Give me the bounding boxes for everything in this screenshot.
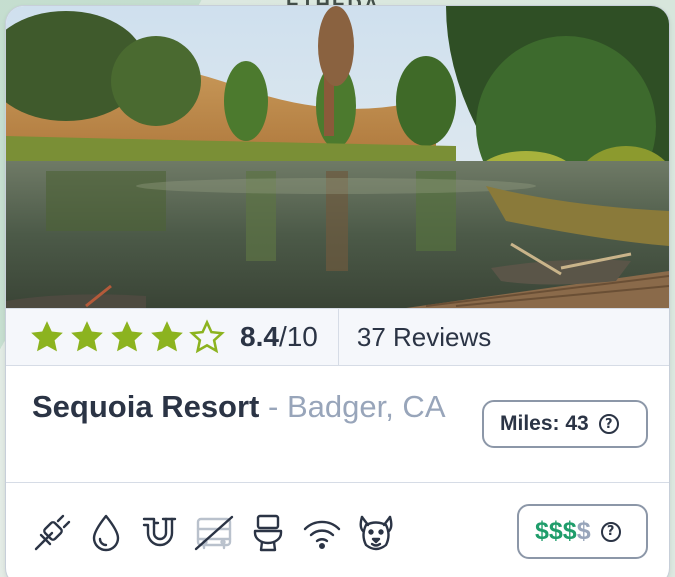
price-inactive: $ (576, 517, 591, 545)
miles-badge[interactable]: Miles: 43 ? (482, 400, 648, 448)
rating-score-suffix: /10 (278, 321, 318, 352)
star-empty-icon (189, 319, 225, 354)
wifi-icon (303, 520, 341, 550)
rating-divider (337, 308, 339, 366)
star-filled-icon (71, 321, 103, 352)
rating-score: 8.4/10 (240, 321, 318, 353)
star-filled-icon (151, 321, 183, 352)
lake-photo-image (6, 6, 669, 308)
campground-card[interactable]: 8.4/10 37 Reviews Sequoia Resort - Badge… (6, 6, 669, 577)
star-filled-icon (31, 321, 63, 352)
campground-photo[interactable] (6, 6, 669, 308)
amenities-section: $$$ $ ? (6, 483, 669, 577)
help-icon[interactable]: ? (600, 521, 621, 542)
amenities-list (30, 511, 398, 555)
electric-plug-icon (34, 514, 71, 551)
help-icon[interactable]: ? (598, 414, 619, 434)
rating-bar: 8.4/10 37 Reviews (6, 308, 669, 366)
campground-location: Badger, CA (286, 389, 446, 424)
star-rating (28, 318, 226, 356)
miles-label: Miles: 43 (500, 412, 589, 435)
campground-name[interactable]: Sequoia Resort (32, 389, 259, 424)
price-badge[interactable]: $$$ $ ? (517, 504, 648, 559)
title-separator: - (259, 389, 287, 424)
toilet-icon (253, 514, 283, 552)
bus-icon (194, 515, 234, 551)
sewer-hookup-icon (142, 517, 177, 547)
title-section: Sequoia Resort - Badger, CA Miles: 43 ? (6, 366, 669, 483)
price-active: $$$ (535, 517, 577, 545)
pets-allowed-icon (359, 515, 393, 551)
star-filled-icon (111, 321, 143, 352)
campground-title[interactable]: Sequoia Resort - Badger, CA (32, 386, 452, 428)
water-drop-icon (92, 514, 120, 552)
rating-score-value: 8.4 (240, 321, 279, 352)
reviews-count[interactable]: 37 Reviews (357, 322, 491, 353)
